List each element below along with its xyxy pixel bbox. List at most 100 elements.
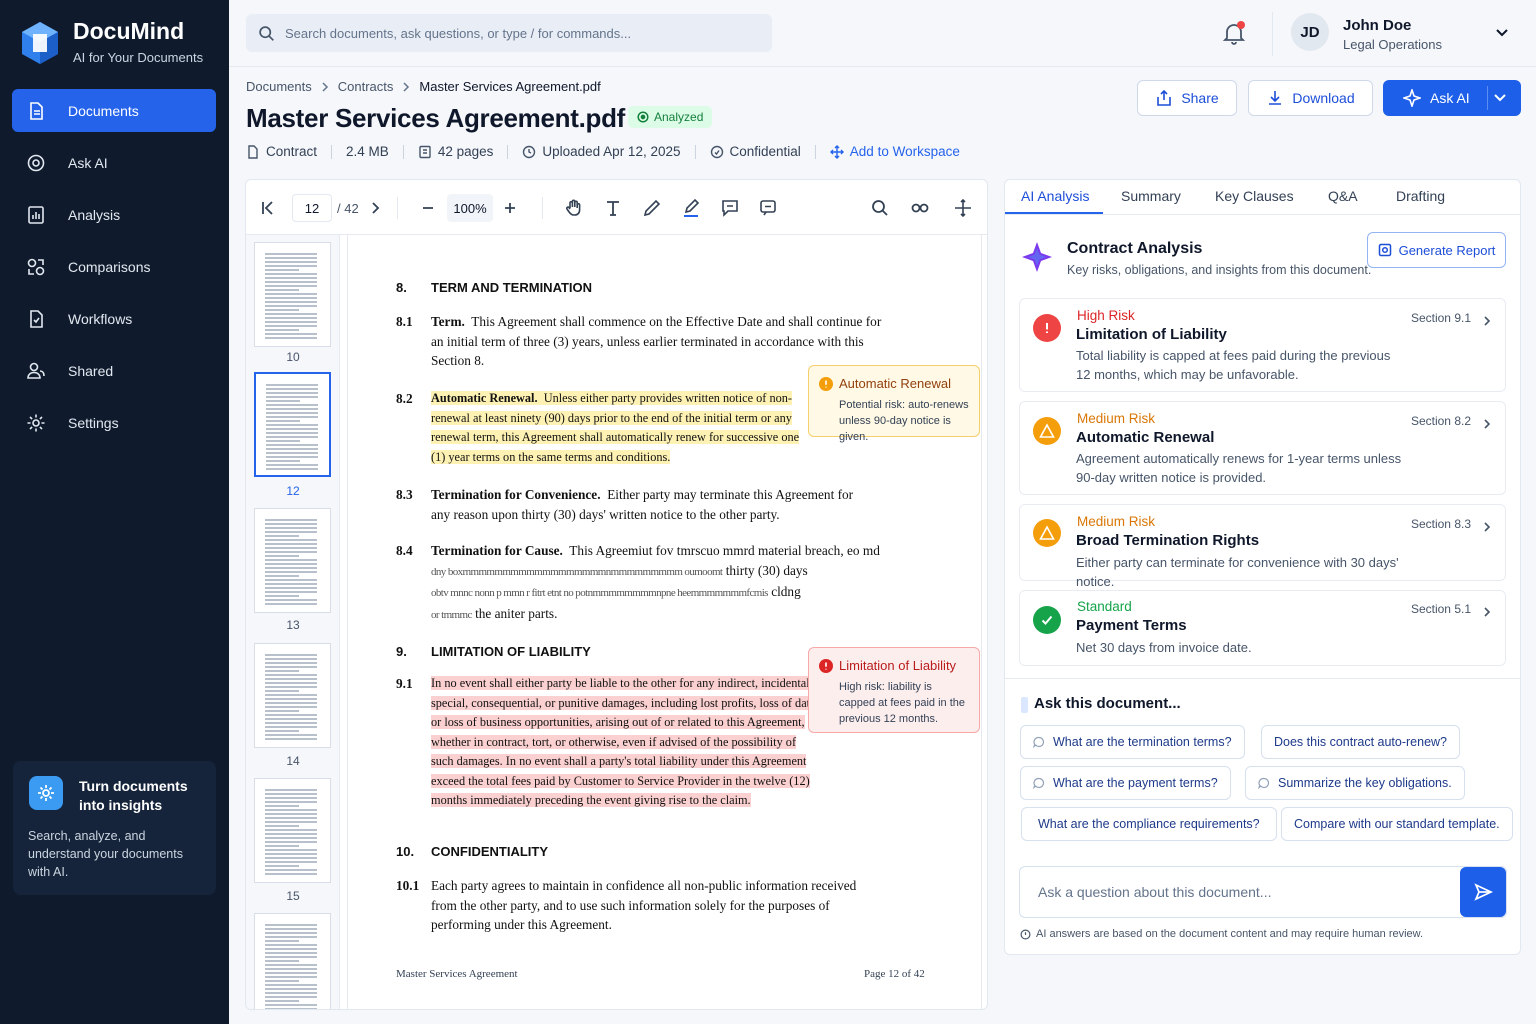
send-button[interactable] bbox=[1460, 867, 1506, 917]
zoom-out-icon[interactable] bbox=[418, 198, 438, 218]
logo-icon bbox=[22, 22, 58, 64]
text-tool-icon[interactable] bbox=[603, 198, 623, 218]
chevron-right-icon bbox=[1484, 316, 1491, 326]
thumbnail-line bbox=[265, 865, 299, 867]
shield-icon bbox=[1020, 929, 1031, 939]
breadcrumb-documents[interactable]: Documents bbox=[246, 79, 312, 94]
risk-description: Either party can terminate for convenien… bbox=[1076, 555, 1399, 589]
note-icon[interactable] bbox=[758, 198, 778, 218]
tab-key-clauses[interactable]: Key Clauses bbox=[1215, 188, 1294, 204]
sidebar-item-label: Ask AI bbox=[68, 154, 108, 171]
risk-card-broad-termination-rights[interactable]: Medium Risk Broad Termination Rights Eit… bbox=[1019, 504, 1506, 589]
meta-uploaded: Uploaded Apr 12, 2025 bbox=[542, 144, 681, 159]
callout-limitation-of-liability[interactable]: Limitation of Liability High risk: liabi… bbox=[808, 647, 980, 733]
share-button[interactable]: Share bbox=[1137, 80, 1237, 116]
workflow-icon bbox=[30, 309, 43, 328]
risk-title: Payment Terms bbox=[1076, 617, 1187, 634]
thumbnail-line bbox=[265, 853, 317, 855]
thumbnail-page[interactable] bbox=[254, 913, 331, 1009]
risk-card-automatic-renewal[interactable]: Medium Risk Automatic Renewal Agreement … bbox=[1019, 401, 1506, 495]
clause-8-2-highlighted[interactable]: Automatic Renewal. Unless either party p… bbox=[431, 389, 816, 467]
sidebar-item-comparisons[interactable]: Comparisons bbox=[12, 245, 216, 288]
thumbnail-line bbox=[265, 682, 317, 684]
thumbnail-line bbox=[265, 277, 317, 279]
highlighter-icon[interactable] bbox=[681, 198, 701, 218]
suggestion-chip[interactable]: Compare with our standard template. bbox=[1281, 807, 1513, 841]
thumbnail-line bbox=[265, 1008, 317, 1009]
suggestion-chip[interactable]: What are the compliance requirements? bbox=[1021, 807, 1277, 841]
thumbnail-page[interactable] bbox=[254, 508, 331, 613]
thumbnail-page[interactable] bbox=[254, 242, 331, 347]
thumbnail-line bbox=[265, 992, 317, 994]
thumbnail-page[interactable] bbox=[254, 778, 331, 883]
sidebar-item-analysis[interactable]: Analysis bbox=[12, 193, 216, 236]
thumbnail-line bbox=[265, 714, 317, 716]
callout-automatic-renewal[interactable]: Automatic Renewal Potential risk: auto-r… bbox=[808, 365, 980, 443]
breadcrumb-contracts[interactable]: Contracts bbox=[338, 79, 394, 94]
app-tagline: AI for Your Documents bbox=[73, 50, 204, 65]
first-page-icon[interactable] bbox=[258, 198, 278, 218]
search-icon[interactable] bbox=[870, 198, 890, 218]
risk-card-limitation-of-liability[interactable]: High Risk Limitation of Liability Total … bbox=[1019, 298, 1506, 392]
add-to-workspace-link[interactable]: Add to Workspace bbox=[829, 144, 960, 159]
generate-report-button[interactable]: Generate Report bbox=[1367, 232, 1506, 268]
zoom-level[interactable]: 100% bbox=[447, 194, 493, 222]
section-heading: TERM AND TERMINATION bbox=[431, 280, 593, 295]
sidebar-item-ask-ai[interactable]: Ask AI bbox=[12, 141, 216, 184]
comment-icon[interactable] bbox=[720, 198, 740, 218]
document-viewer: 12 / 42 100% 10 12 13 14 15 8. TERM AND … bbox=[245, 179, 988, 1010]
thumbnail-line bbox=[265, 686, 317, 688]
user-name[interactable]: John Doe bbox=[1343, 17, 1411, 34]
thumbnail-line bbox=[265, 738, 317, 740]
thumbnail-line bbox=[265, 257, 317, 259]
thumbnail-line bbox=[265, 928, 317, 930]
tab-ai-analysis[interactable]: AI Analysis bbox=[1021, 188, 1089, 204]
search-input[interactable]: Search documents, ask questions, or type… bbox=[246, 14, 772, 52]
suggestion-chip[interactable]: What are the payment terms? bbox=[1020, 766, 1231, 800]
clause-9-1-highlighted[interactable]: In no event shall either party be liable… bbox=[431, 674, 851, 811]
tab-summary[interactable]: Summary bbox=[1121, 188, 1181, 204]
thumbnail-line bbox=[266, 400, 300, 402]
sidebar-item-documents[interactable]: Documents bbox=[12, 89, 216, 132]
suggestion-chip[interactable]: What are the termination terms? bbox=[1020, 725, 1245, 759]
thumbnail-page[interactable] bbox=[254, 643, 331, 748]
chat-bubble-icon bbox=[1033, 777, 1045, 789]
promo-title: Turn documents into insights bbox=[79, 778, 188, 813]
tab-drafting[interactable]: Drafting bbox=[1396, 188, 1445, 204]
alert-icon bbox=[819, 658, 833, 673]
risk-card-payment-terms[interactable]: Standard Payment Terms Net 30 days from … bbox=[1019, 590, 1506, 666]
ask-ai-button[interactable]: Ask AI bbox=[1383, 80, 1521, 116]
move-icon[interactable] bbox=[953, 198, 973, 218]
sidebar: DocuMind AI for Your Documents Documents… bbox=[0, 0, 229, 1024]
download-button[interactable]: Download bbox=[1248, 80, 1373, 116]
clause-8-4: Termination for Cause. This Agreemiut fo… bbox=[431, 543, 880, 621]
thumbnail-line bbox=[265, 801, 317, 803]
hand-icon[interactable] bbox=[564, 198, 584, 218]
ask-title: Ask this document... bbox=[1034, 695, 1181, 712]
avatar[interactable]: JD bbox=[1291, 13, 1329, 51]
tab-qa[interactable]: Q&A bbox=[1328, 188, 1358, 204]
thumbnail-line bbox=[265, 571, 317, 573]
sidebar-item-shared[interactable]: Shared bbox=[12, 349, 216, 392]
zoom-in-icon[interactable] bbox=[500, 198, 520, 218]
document-icon bbox=[30, 101, 43, 120]
thumbnail-line bbox=[265, 1004, 317, 1006]
thumbnail-line bbox=[265, 952, 317, 954]
sidebar-item-workflows[interactable]: Workflows bbox=[12, 297, 216, 340]
section-heading: LIMITATION OF LIABILITY bbox=[431, 644, 591, 659]
thumbnail-page-selected[interactable] bbox=[254, 372, 331, 477]
sparkle-icon bbox=[1022, 242, 1052, 272]
sidebar-item-label: Settings bbox=[68, 414, 119, 431]
suggestion-chip[interactable]: Summarize the key obligations. bbox=[1245, 766, 1465, 800]
chevron-down-icon[interactable] bbox=[1493, 92, 1507, 104]
chevron-right-icon bbox=[403, 81, 410, 92]
chevron-down-icon[interactable] bbox=[1495, 27, 1509, 39]
thumbnail-line bbox=[265, 1000, 299, 1002]
question-input[interactable]: Ask a question about this document... bbox=[1019, 866, 1507, 918]
sidebar-item-settings[interactable]: Settings bbox=[12, 401, 216, 444]
pencil-icon[interactable] bbox=[642, 198, 662, 218]
page-number-input[interactable]: 12 bbox=[292, 194, 332, 222]
link-icon[interactable] bbox=[910, 198, 930, 218]
suggestion-chip[interactable]: Does this contract auto-renew? bbox=[1261, 725, 1461, 759]
chevron-right-icon[interactable] bbox=[365, 198, 385, 218]
